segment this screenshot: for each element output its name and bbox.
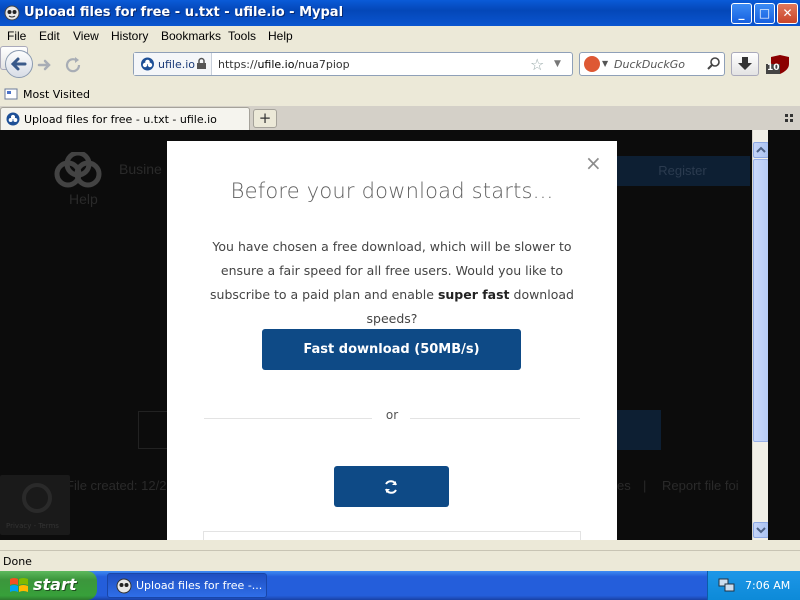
recaptcha-icon [22, 483, 52, 513]
modal-bottom-box [203, 531, 581, 540]
new-tab-button[interactable]: + [253, 109, 277, 128]
site-identity-label: ufile.io [158, 58, 196, 71]
recaptcha-text: Privacy - Terms [6, 522, 59, 530]
window-title: Upload files for free - u.txt - ufile.io… [24, 5, 344, 20]
duckduckgo-icon[interactable] [584, 56, 600, 72]
bg-blue-block [615, 410, 661, 450]
tab-list-icon[interactable] [785, 114, 795, 122]
modal-close-button[interactable]: × [585, 151, 602, 175]
menu-bar: File Edit View History Bookmarks Tools H… [0, 26, 800, 46]
minimize-button[interactable]: _ [731, 3, 752, 24]
download-arrow-icon [738, 57, 752, 70]
taskbar-item-label: Upload files for free -... [136, 579, 263, 592]
reload-button[interactable] [63, 55, 85, 75]
menu-bookmarks[interactable]: Bookmarks [161, 29, 221, 43]
menu-edit[interactable]: Edit [39, 29, 60, 43]
windows-taskbar: start Upload files for free -... 7:06 AM [0, 571, 800, 600]
bg-file-created: File created: 12/2 [66, 478, 167, 493]
fast-download-button[interactable]: Fast download (50MB/s) [262, 329, 521, 370]
bg-nav-business[interactable]: Busine [119, 161, 162, 177]
scroll-down-arrow-icon [756, 527, 766, 534]
or-divider-left [204, 418, 372, 419]
maximize-button[interactable]: □ [754, 3, 775, 24]
search-placeholder: DuckDuckGo [614, 58, 685, 71]
start-button[interactable]: start [0, 571, 97, 600]
ufile-site-icon [141, 57, 154, 71]
url-text[interactable]: https://ufile.io/nua7piop [218, 58, 350, 71]
back-button[interactable] [5, 50, 33, 78]
menu-help[interactable]: Help [268, 29, 293, 43]
scroll-up-button[interactable] [753, 142, 769, 158]
scroll-thumb[interactable] [753, 159, 769, 442]
reload-icon [65, 57, 81, 73]
bookmark-most-visited[interactable]: Most Visited [23, 88, 90, 101]
vertical-scrollbar[interactable] [752, 130, 769, 540]
bookmarks-toolbar: Most Visited [0, 84, 800, 106]
tab-label: Upload files for free - u.txt - ufile.io [24, 113, 217, 126]
download-modal: × Before your download starts... You hav… [167, 141, 617, 540]
tab-strip: Upload files for free - u.txt - ufile.io… [0, 106, 800, 130]
bg-input-box [138, 411, 168, 449]
bg-es-fragment: es [617, 478, 631, 493]
menu-history[interactable]: History [111, 29, 148, 43]
url-path: /nua7piop [294, 58, 350, 71]
url-history-dropdown-icon[interactable]: ▼ [554, 59, 561, 69]
recaptcha-badge[interactable]: Privacy - Terms [0, 475, 70, 535]
or-divider-right [410, 418, 580, 419]
url-domain: ufile.io [257, 58, 295, 71]
menu-tools[interactable]: Tools [228, 29, 256, 43]
close-window-button[interactable]: ✕ [777, 3, 798, 24]
start-label: start [33, 575, 77, 594]
bg-report-link[interactable]: Report file foi [662, 478, 739, 493]
ufile-tab-icon [6, 112, 20, 126]
bg-register-button[interactable]: Register [615, 156, 750, 186]
or-label: or [385, 408, 399, 422]
mypal-app-icon [4, 5, 20, 21]
clock[interactable]: 7:06 AM [745, 579, 790, 592]
page-content: Busine Help Register File created: 12/2 … [0, 130, 752, 540]
menu-view[interactable]: View [73, 29, 99, 43]
ublock-count: 10 [767, 63, 780, 73]
downloads-button[interactable] [731, 52, 759, 76]
system-tray: 7:06 AM [707, 571, 800, 600]
bg-separator: | [643, 478, 647, 493]
network-icon[interactable] [718, 577, 736, 593]
tab-ufile[interactable]: Upload files for free - u.txt - ufile.io [0, 107, 250, 130]
taskbar-item-mypal[interactable]: Upload files for free -... [107, 573, 267, 598]
menu-file[interactable]: File [7, 29, 26, 43]
url-bar[interactable]: ufile.io https://ufile.io/nua7piop ☆ ▼ [133, 52, 573, 76]
scroll-down-button[interactable] [753, 522, 769, 538]
navigation-toolbar: ufile.io https://ufile.io/nua7piop ☆ ▼ ▼… [0, 46, 800, 84]
back-arrow-icon [10, 57, 27, 71]
search-icon[interactable] [706, 56, 722, 72]
bookmark-star-icon[interactable]: ☆ [530, 55, 544, 74]
ufile-logo-icon [54, 152, 102, 188]
search-bar[interactable]: ▼ DuckDuckGo [579, 52, 725, 76]
mypal-taskbar-icon [116, 578, 132, 594]
url-protocol: https:// [218, 58, 258, 71]
modal-body-bold: super fast [437, 287, 510, 302]
windows-flag-icon [10, 578, 28, 592]
status-bar: Done [0, 550, 800, 571]
bg-nav-help[interactable]: Help [69, 191, 98, 207]
page-content-edge [768, 130, 800, 540]
ublock-button[interactable]: 10 [766, 54, 790, 76]
forward-arrow-icon [37, 59, 51, 71]
most-visited-icon [4, 88, 18, 100]
lock-icon [197, 57, 206, 69]
status-text: Done [3, 555, 32, 568]
search-engine-dropdown-icon[interactable]: ▼ [602, 59, 608, 68]
site-identity-button[interactable]: ufile.io [134, 53, 212, 75]
modal-title: Before your download starts... [230, 179, 554, 203]
forward-button[interactable] [35, 55, 55, 75]
window-titlebar[interactable]: Upload files for free - u.txt - ufile.io… [0, 0, 800, 26]
refresh-icon [385, 480, 397, 494]
modal-body-text: You have chosen a free download, which w… [197, 235, 587, 331]
slow-download-button[interactable] [334, 466, 449, 507]
scroll-up-arrow-icon [756, 146, 766, 153]
